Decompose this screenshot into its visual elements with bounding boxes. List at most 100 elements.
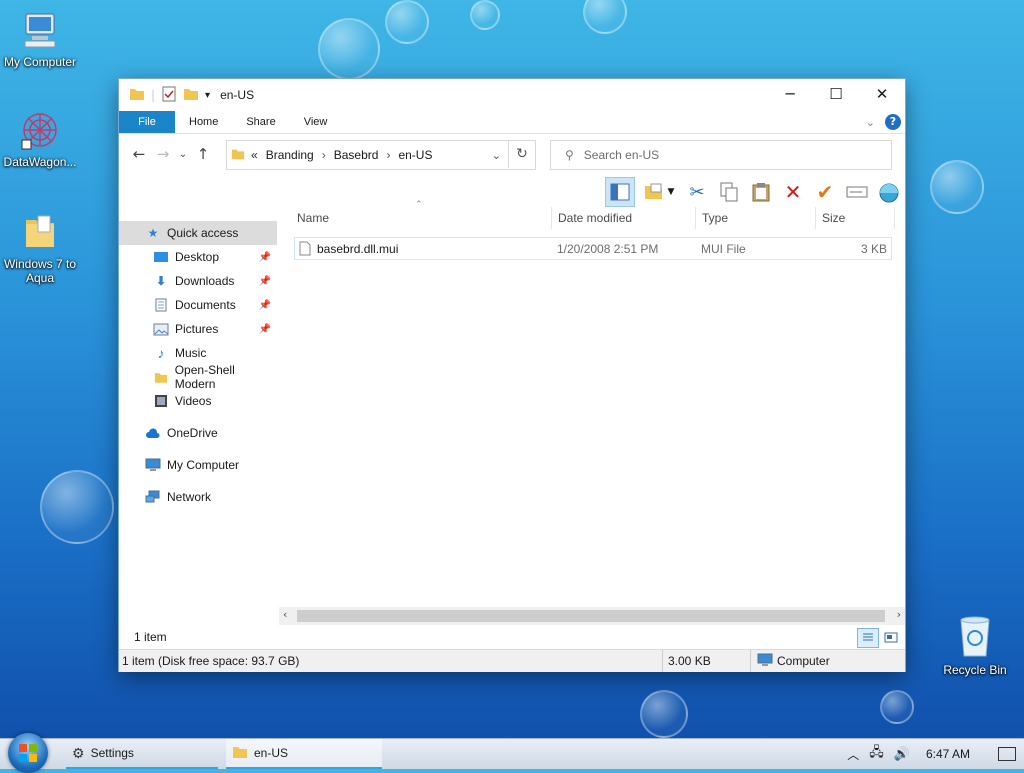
taskbar-item-settings[interactable]: ⚙ Settings [66,739,218,769]
status-location: Computer [777,654,830,668]
back-arrow-icon[interactable]: ← [127,145,151,163]
desktop-icon-windows7-aqua[interactable]: Windows 7 to Aqua [0,212,80,285]
up-arrow-icon[interactable]: ↑ [191,145,215,163]
notification-icon[interactable] [998,747,1016,761]
nav-desktop[interactable]: Desktop 📌 [119,245,277,269]
column-date-modified[interactable]: Date modified [558,211,632,225]
rename-icon[interactable] [843,178,871,206]
tab-home[interactable]: Home [175,111,232,133]
content-pane: ★ Quick access Desktop 📌 ⬇ Downloads 📌 D… [119,199,905,607]
tab-share[interactable]: Share [232,111,289,133]
horizontal-scrollbar[interactable]: ‹ › [279,607,905,625]
wallpaper-bubble [583,0,627,34]
overflow-crumb[interactable]: « [251,148,258,162]
show-hidden-icons-chevron-icon[interactable]: ︿ [847,746,859,763]
forward-arrow-icon[interactable]: → [151,145,175,163]
status-bar: 1 item (Disk free space: 93.7 GB) 3.00 K… [119,649,905,672]
cut-icon[interactable]: ✂ [683,178,711,206]
search-input[interactable]: ⚲ Search en-US [550,140,892,170]
shell-icon[interactable] [875,178,903,206]
nav-network[interactable]: Network [119,485,277,509]
address-history-chevron-icon[interactable]: ⌄ [492,149,501,162]
breadcrumb-separator: › [321,148,326,162]
nav-documents[interactable]: Documents 📌 [119,293,277,317]
nav-music[interactable]: ♪ Music [119,341,277,365]
nav-downloads[interactable]: ⬇ Downloads 📌 [119,269,277,293]
quick-access-toolbar: | ▾ [119,86,210,105]
minimize-button[interactable]: ─ [767,79,813,109]
star-icon: ★ [147,226,159,240]
delete-icon[interactable]: ✕ [779,178,807,206]
checkmark-icon[interactable]: ✔ [811,178,839,206]
column-type[interactable]: Type [702,211,728,225]
breadcrumb-separator: › [386,148,391,162]
wallpaper-bubble [930,160,984,214]
maximize-button[interactable]: ☐ [813,79,859,109]
file-list: ⌃ Name Date modified Type Size basebrd.d… [291,199,905,607]
navigation-pane: ★ Quick access Desktop 📌 ⬇ Downloads 📌 D… [119,221,277,509]
file-size: 3 KB [860,241,887,256]
scrollbar-thumb[interactable] [297,610,885,622]
chevron-down-icon[interactable]: ▾ [205,90,210,101]
desktop-icon-my-computer[interactable]: My Computer [0,10,80,69]
start-button[interactable] [8,733,48,773]
breadcrumb-en-us[interactable]: en-US [398,148,432,162]
status-detail: 1 item (Disk free space: 93.7 GB) [122,654,300,668]
desktop-icon-datawagon[interactable]: DataWagon... [0,110,80,169]
wallpaper-bubble [318,18,380,80]
nav-videos[interactable]: Videos [119,389,277,413]
wallpaper-bubble [385,0,429,44]
tab-view[interactable]: View [290,111,342,133]
nav-pictures[interactable]: Pictures 📌 [119,317,277,341]
folder-icon [129,86,145,105]
folder-icon [153,370,169,384]
table-row[interactable]: basebrd.dll.mui 1/20/2008 2:51 PM MUI Fi… [294,237,892,260]
breadcrumb-basebrd[interactable]: Basebrd [334,148,379,162]
close-button[interactable]: ✕ [859,79,905,109]
explorer-window: | ▾ en-US ─ ☐ ✕ File Home Share View ⌄ ?… [119,79,905,672]
large-icons-view-icon[interactable] [881,628,901,646]
file-date: 1/20/2008 2:51 PM [557,241,659,256]
file-type: MUI File [701,241,746,256]
help-icon[interactable]: ? [885,114,901,130]
paste-icon[interactable] [747,178,775,206]
properties-icon[interactable] [161,86,177,105]
pin-icon[interactable]: 📌 [259,324,271,335]
nav-quick-access[interactable]: ★ Quick access [119,221,277,245]
column-name[interactable]: Name [297,211,329,225]
desktop-icon-recycle-bin[interactable]: Recycle Bin [935,614,1015,677]
tab-file[interactable]: File [119,111,175,133]
breadcrumb-branding[interactable]: Branding [266,148,314,162]
monitor-icon [145,458,161,472]
monitor-icon [0,10,80,53]
wallpaper-bubble [640,690,688,738]
document-icon [153,298,169,312]
expand-ribbon-icon[interactable]: ⌄ [866,116,875,129]
clock[interactable]: 6:47 AM [926,747,970,761]
preview-pane-icon[interactable] [605,177,635,207]
file-icon [299,241,311,259]
taskbar-item-en-us[interactable]: en-US [226,739,382,769]
column-size[interactable]: Size [822,211,845,225]
volume-icon[interactable]: 🔊 [894,746,910,762]
details-view-icon[interactable] [857,628,879,648]
pin-icon[interactable]: 📌 [259,300,271,311]
sort-ascending-icon: ⌃ [415,199,423,209]
layout-folder-icon[interactable]: ▼ [639,178,679,206]
search-icon: ⚲ [565,148,574,162]
scroll-left-icon[interactable]: ‹ [283,608,287,621]
copy-icon[interactable] [715,178,743,206]
pin-icon[interactable]: 📌 [259,252,271,263]
network-tray-icon[interactable]: 🖧 [869,743,884,765]
nav-onedrive[interactable]: OneDrive [119,421,277,445]
pin-icon[interactable]: 📌 [259,276,271,287]
address-bar[interactable]: « Branding › Basebrd › en-US ⌄ [226,140,536,170]
recent-chevron-icon[interactable]: ⌄ [175,149,191,160]
window-title: en-US [220,88,255,102]
nav-open-shell-modern[interactable]: Open-Shell Modern [119,363,277,391]
scroll-right-icon[interactable]: › [897,608,901,621]
nav-my-computer[interactable]: My Computer [119,453,277,477]
wallpaper-bubble [40,470,114,544]
refresh-button[interactable]: ↻ [508,140,535,168]
new-folder-icon[interactable] [183,86,199,105]
